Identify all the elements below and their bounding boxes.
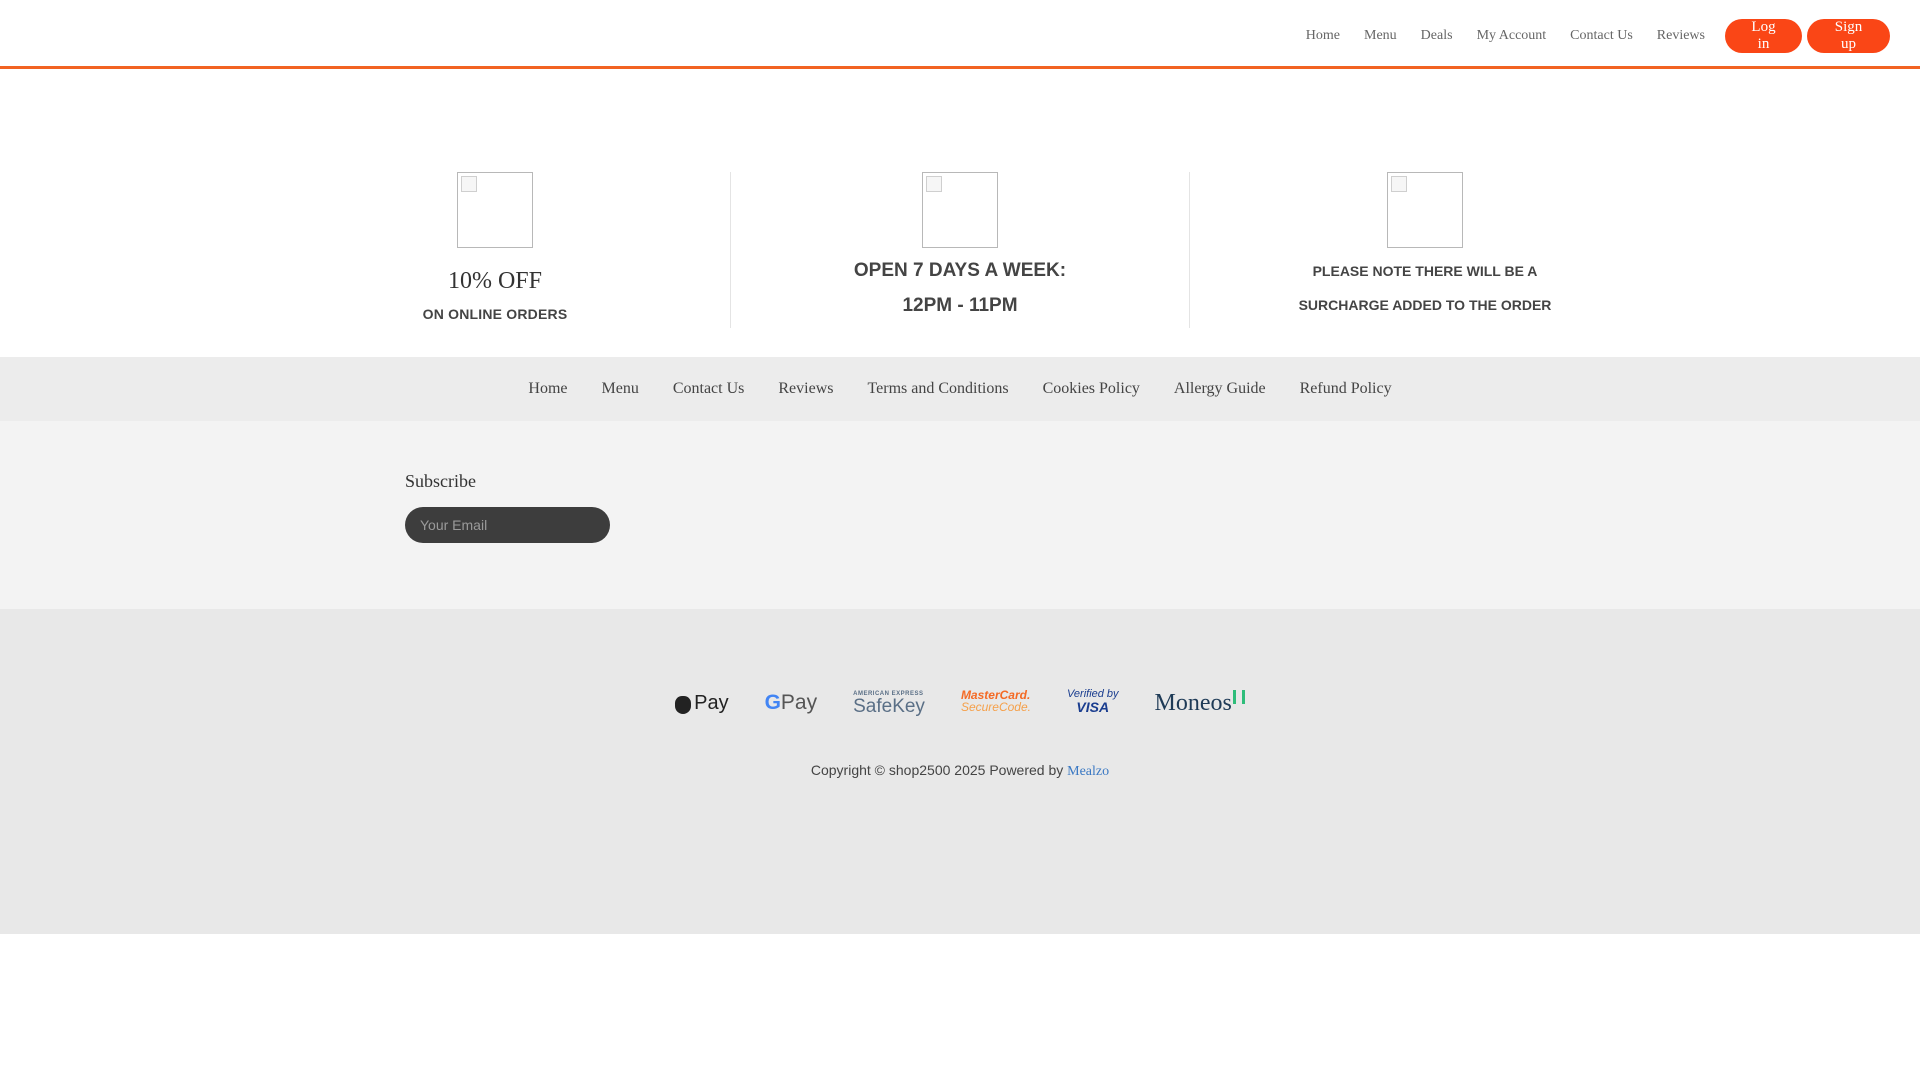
footer-nav: Home Menu Contact Us Reviews Terms and C… (0, 357, 1920, 421)
subscribe-title: Subscribe (405, 471, 476, 491)
mealzo-link[interactable]: Mealzo (1067, 764, 1109, 779)
moneos-bars-icon (1232, 690, 1245, 704)
footer-link-reviews[interactable]: Reviews (778, 380, 833, 398)
info-divider (730, 172, 731, 328)
footer-link-refund-policy[interactable]: Refund Policy (1300, 380, 1392, 398)
discount-subtitle: ON ONLINE ORDERS (422, 306, 568, 322)
footer-link-contact-us[interactable]: Contact Us (673, 380, 745, 398)
google-pay-logo: G Pay (765, 689, 818, 717)
hours-line-1: OPEN 7 DAYS A WEEK: (853, 260, 1067, 281)
apple-pay-label: Pay (694, 691, 729, 714)
info-divider (1189, 172, 1190, 328)
login-button[interactable]: Log in (1725, 19, 1802, 53)
top-nav: Home Menu Deals My Account Contact Us Re… (1306, 19, 1890, 53)
google-g-icon: G (764, 691, 781, 714)
copyright-text: Copyright © shop2500 2025 Powered by (810, 762, 1064, 778)
discount-block: 10% OFF ON ONLINE ORDERS (345, 172, 645, 328)
nav-reviews[interactable]: Reviews (1657, 28, 1705, 44)
nav-deals[interactable]: Deals (1421, 28, 1453, 44)
payment-methods: Pay G Pay AMERICAN EXPRESS SafeKey Maste… (0, 689, 1920, 717)
nav-contact-us[interactable]: Contact Us (1570, 28, 1633, 44)
google-pay-label: Pay (780, 691, 818, 714)
email-field[interactable] (405, 507, 610, 543)
surcharge-note-block: PLEASE NOTE THERE WILL BE A SURCHARGE AD… (1275, 172, 1575, 328)
note-line-2: SURCHARGE ADDED TO THE ORDER (1298, 297, 1552, 313)
discount-image (457, 172, 533, 248)
subscribe-section: Subscribe (0, 421, 1920, 609)
apple-pay-logo: Pay (675, 689, 729, 717)
visa-line-2: VISA (1076, 699, 1110, 715)
copyright-line: Copyright © shop2500 2025 Powered by Mea… (0, 762, 1920, 780)
nav-home[interactable]: Home (1306, 28, 1340, 44)
moneos-label: Moneos (1154, 689, 1232, 716)
hours-block: OPEN 7 DAYS A WEEK: 12PM - 11PM (810, 172, 1110, 328)
footer-link-terms[interactable]: Terms and Conditions (867, 380, 1008, 398)
nav-my-account[interactable]: My Account (1477, 28, 1547, 44)
moneos-logo: Moneos (1155, 689, 1245, 717)
footer-link-allergy-guide[interactable]: Allergy Guide (1174, 380, 1266, 398)
hours-image (922, 172, 998, 248)
info-section: 10% OFF ON ONLINE ORDERS OPEN 7 DAYS A W… (0, 172, 1920, 328)
discount-title: 10% OFF (447, 268, 543, 294)
note-image (1387, 172, 1463, 248)
bottom-footer: Pay G Pay AMERICAN EXPRESS SafeKey Maste… (0, 609, 1920, 934)
footer-link-menu[interactable]: Menu (602, 380, 639, 398)
nav-menu[interactable]: Menu (1364, 28, 1397, 44)
mastercard-line-2: SecureCode. (960, 700, 1031, 714)
signup-button[interactable]: Sign up (1807, 19, 1890, 53)
amex-main-label: SafeKey (853, 695, 925, 717)
footer-link-home[interactable]: Home (528, 380, 567, 398)
note-line-1: PLEASE NOTE THERE WILL BE A (1312, 263, 1538, 279)
hours-line-2: 12PM - 11PM (902, 295, 1018, 316)
apple-icon (675, 696, 692, 714)
footer-link-cookies[interactable]: Cookies Policy (1043, 380, 1140, 398)
mastercard-securecode-logo: MasterCard. SecureCode. (961, 689, 1031, 717)
amex-safekey-logo: AMERICAN EXPRESS SafeKey (853, 689, 925, 717)
site-header: Home Menu Deals My Account Contact Us Re… (0, 0, 1920, 69)
verified-by-visa-logo: Verified by VISA (1067, 689, 1119, 717)
